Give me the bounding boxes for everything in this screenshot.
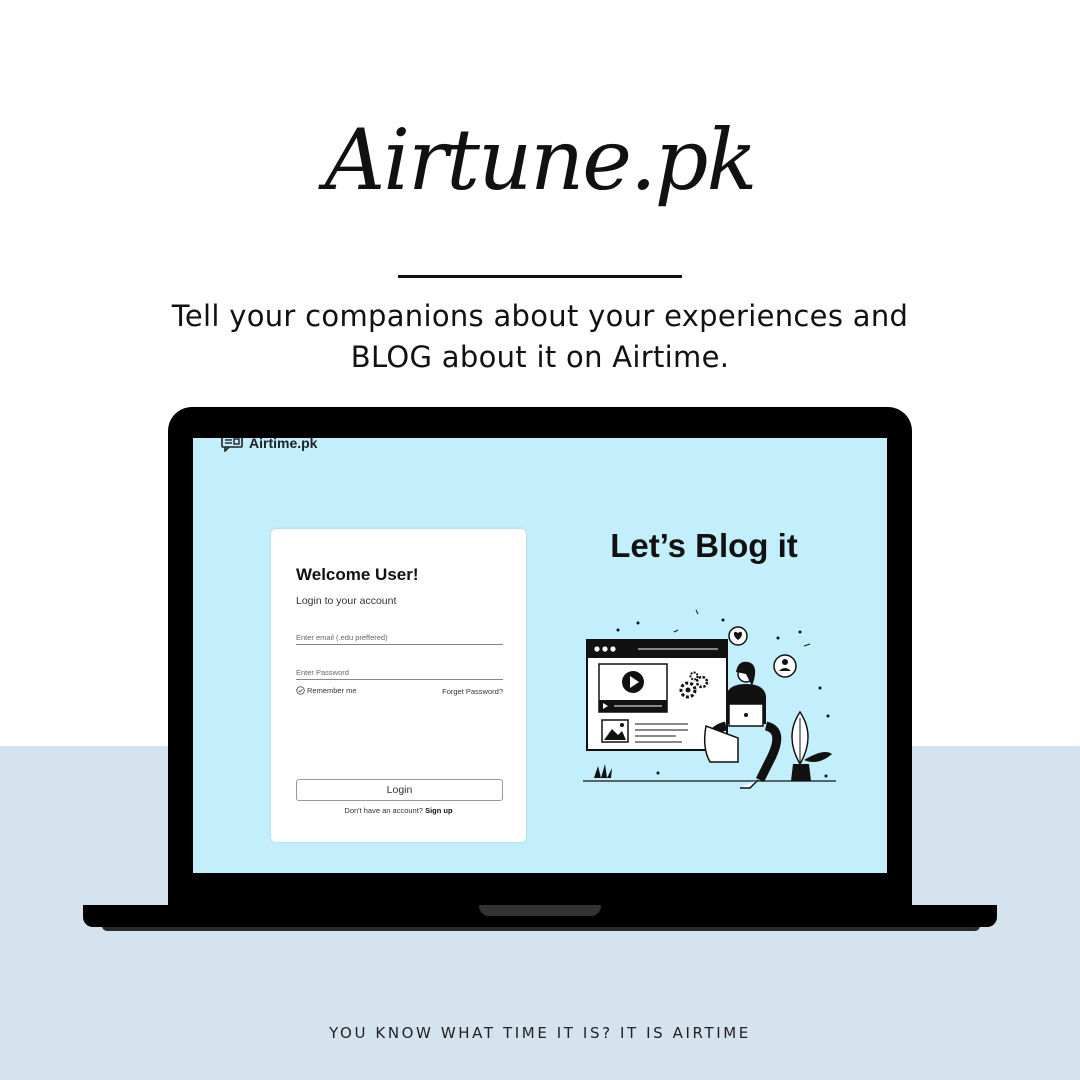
tagline-line-2: BLOG about it on Airtime. bbox=[350, 340, 730, 374]
remember-me-checkbox[interactable]: Remember me bbox=[296, 686, 357, 695]
chat-bubble-icon bbox=[221, 438, 243, 452]
password-field[interactable] bbox=[296, 665, 503, 680]
login-heading: Welcome User! bbox=[296, 565, 419, 584]
app-brand[interactable]: Airtime.pk bbox=[221, 438, 317, 452]
email-field[interactable] bbox=[296, 630, 503, 645]
login-subtitle: Login to your account bbox=[296, 595, 397, 607]
signup-row: Don't have an account? Sign up bbox=[271, 806, 526, 815]
poster-tagline: Tell your companions about your experien… bbox=[140, 296, 940, 378]
laptop-notch bbox=[479, 905, 601, 916]
title-divider bbox=[398, 275, 682, 278]
login-button[interactable]: Login bbox=[296, 779, 503, 801]
hero-title: Let’s Blog it bbox=[610, 527, 798, 564]
signup-prompt: Don't have an account? bbox=[344, 806, 423, 815]
tagline-line-1: Tell your companions about your experien… bbox=[171, 299, 909, 333]
poster-logo: Airtune.pk bbox=[324, 111, 758, 209]
login-card: Welcome User! Login to your account Reme… bbox=[271, 529, 526, 842]
forgot-password-link[interactable]: Forget Password? bbox=[442, 687, 503, 696]
check-circle-icon bbox=[296, 686, 305, 695]
laptop-screen: Airtime.pk Welcome User! Login to your a… bbox=[193, 438, 887, 873]
poster-footer: YOU KNOW WHAT TIME IT IS? IT IS AIRTIME bbox=[329, 1024, 751, 1042]
app-brand-name: Airtime.pk bbox=[249, 438, 318, 451]
blogging-illustration bbox=[583, 609, 836, 789]
remember-me-label: Remember me bbox=[307, 686, 357, 695]
signup-link[interactable]: Sign up bbox=[425, 806, 453, 815]
